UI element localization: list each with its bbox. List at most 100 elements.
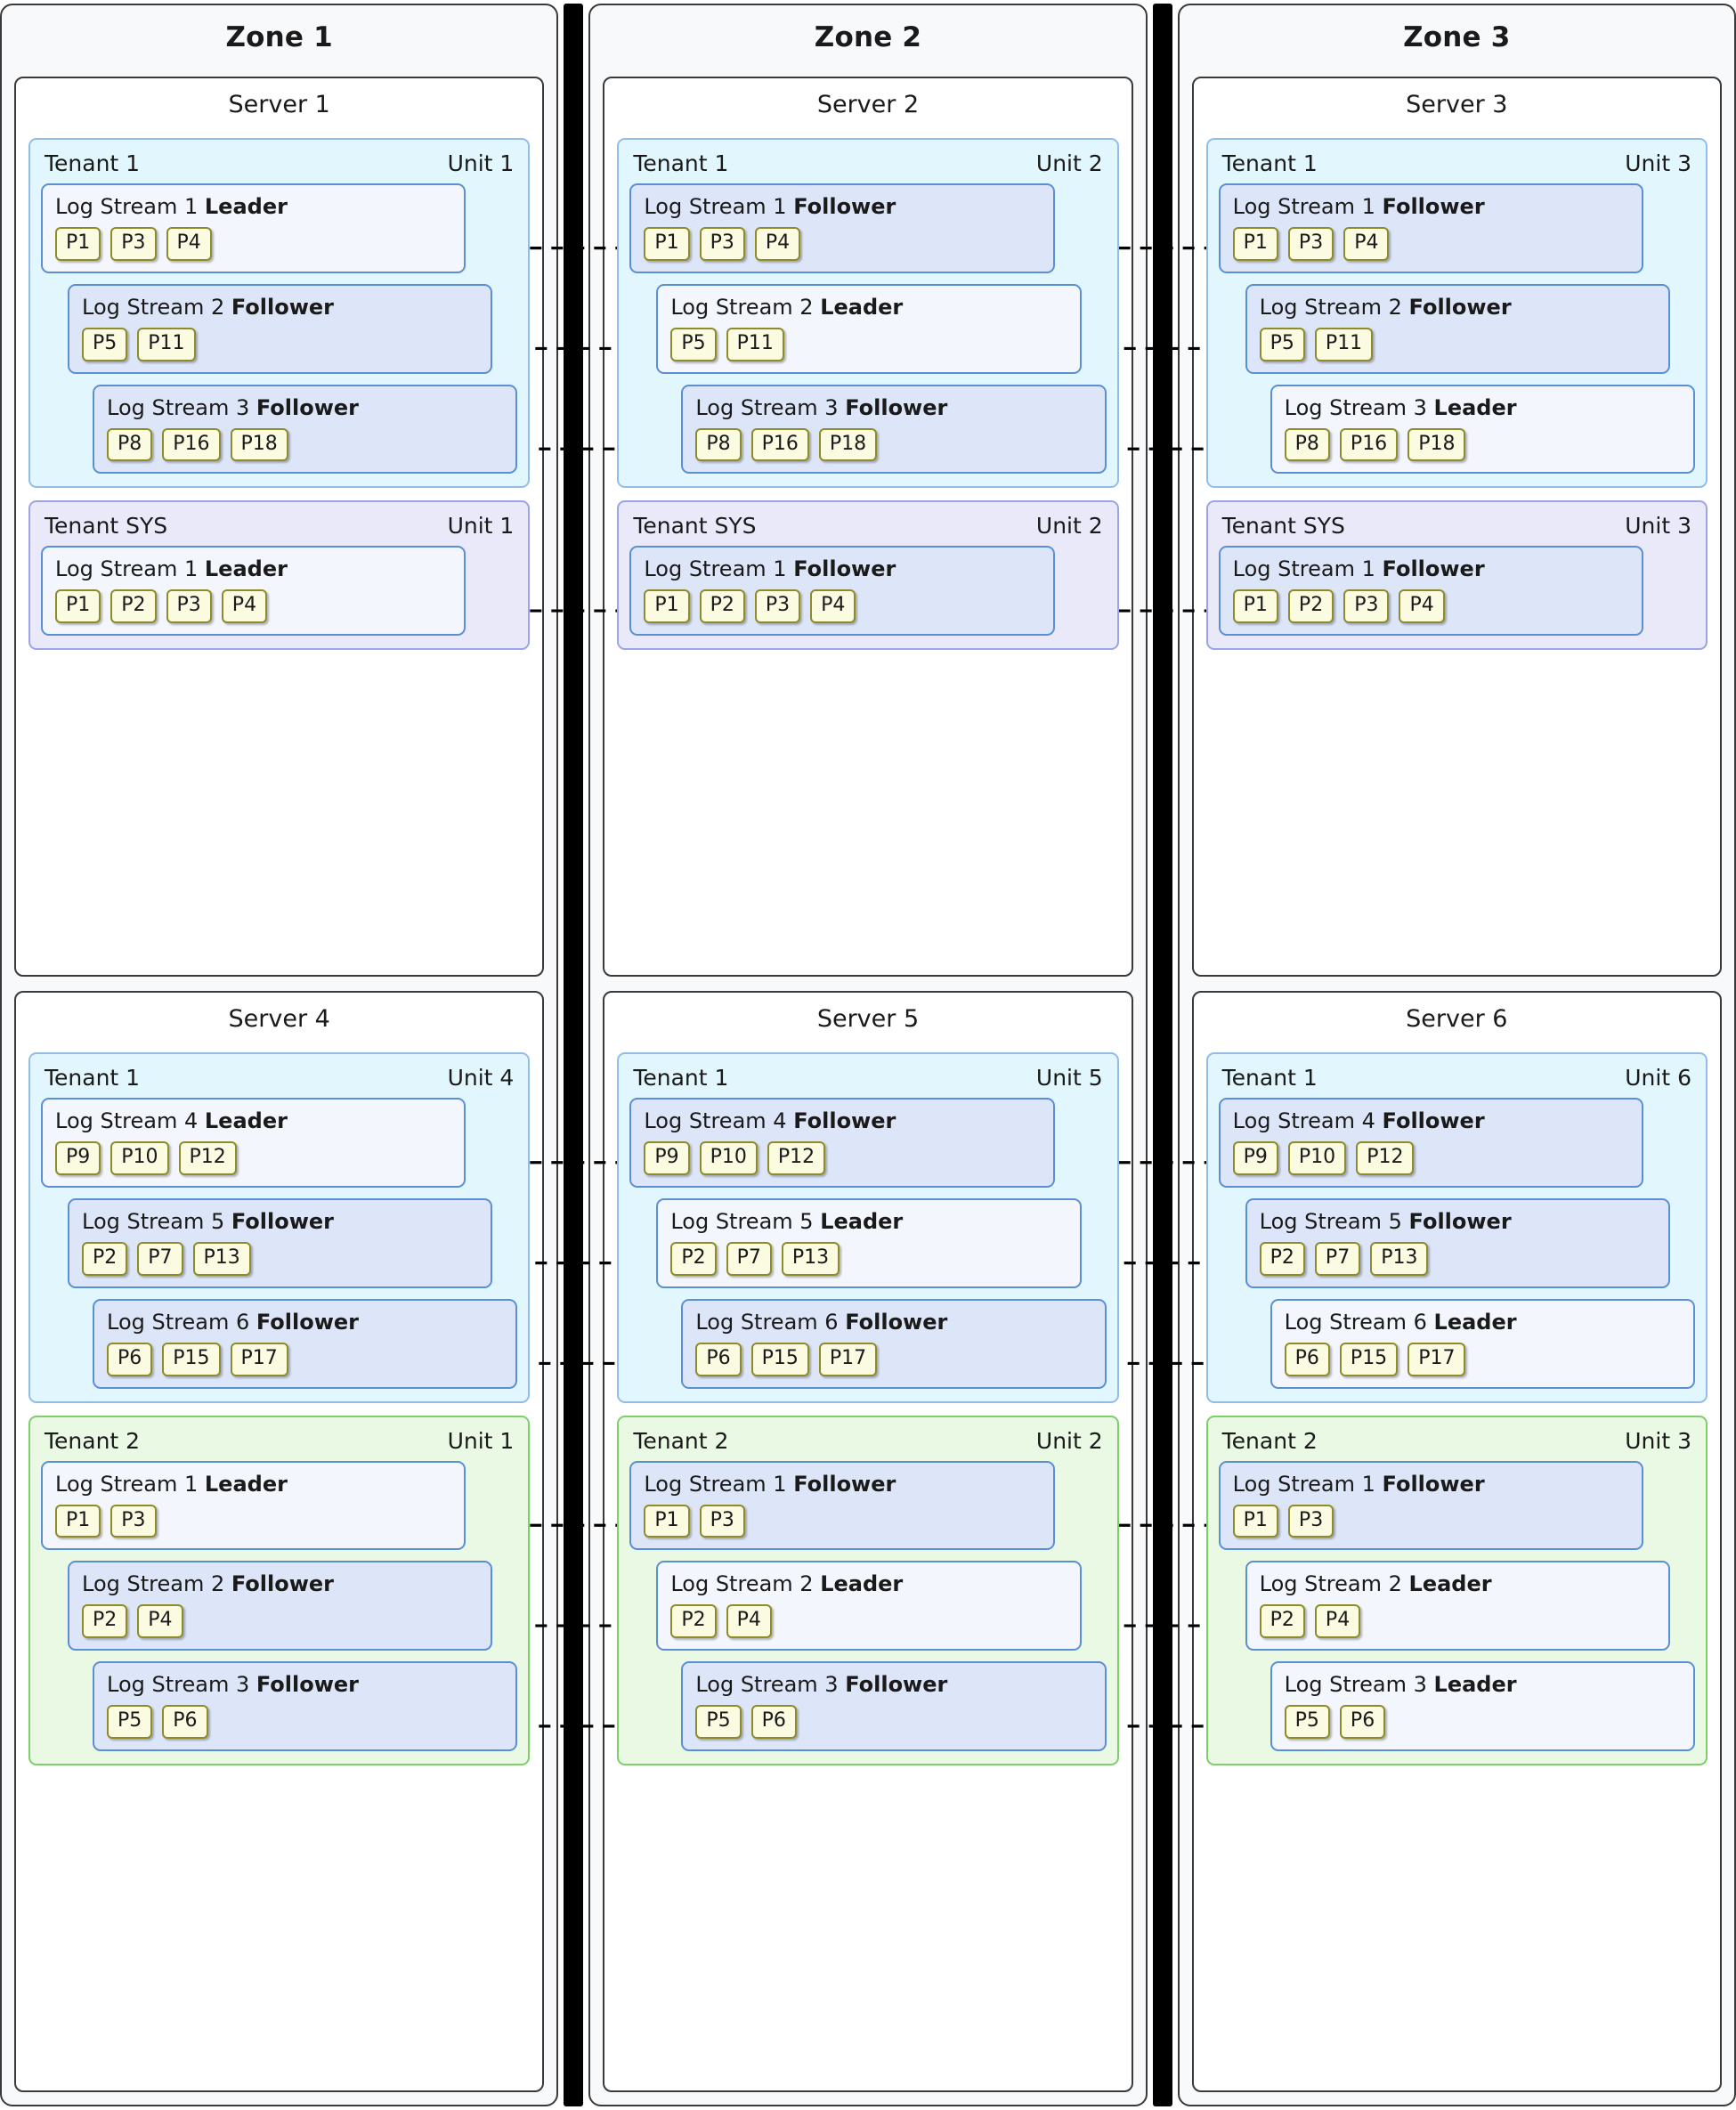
log-stream-role: Leader <box>820 1571 904 1597</box>
log-stream-name: Log Stream 1 <box>644 1471 787 1497</box>
log-stream-box: Log Stream 3 Follower P8 P16 P18 <box>681 384 1107 475</box>
partition-chip: P8 <box>695 427 742 462</box>
partition-list: P2 P7 P13 <box>670 1242 1067 1276</box>
log-stream-role: Follower <box>793 1108 896 1134</box>
log-stream-name: Log Stream 5 <box>82 1209 225 1234</box>
log-stream-title: Log Stream 5 Follower <box>1260 1209 1656 1242</box>
zone-title: Zone 1 <box>225 21 333 53</box>
partition-chip: P12 <box>178 1141 237 1175</box>
partition-chip: P18 <box>230 427 288 462</box>
partition-chip: P5 <box>82 327 128 361</box>
log-stream-role: Follower <box>845 1672 948 1698</box>
partition-chip: P7 <box>137 1242 183 1276</box>
partition-chip: P11 <box>1314 327 1374 361</box>
partition-chip: P5 <box>1284 1705 1330 1740</box>
log-stream-name: Log Stream 1 <box>55 194 199 219</box>
log-stream-name: Log Stream 1 <box>1232 556 1375 582</box>
server-server-3: Server 3 Tenant 1 Unit 3 Log Stream 1 Follo… <box>1191 77 1722 978</box>
partition-list: P1 P3 P4 <box>644 227 1040 261</box>
tenant-tenant-1-unit-2: Tenant 1 Unit 2 Log Stream 1 Follower P1 P3 P… <box>617 138 1119 489</box>
log-stream-title: Log Stream 1 Follower <box>644 556 1040 589</box>
log-stream-name: Log Stream 2 <box>670 294 814 320</box>
tenant-tenant-1-unit-5: Tenant 1 Unit 5 Log Stream 4 Follower P9 P10… <box>617 1052 1119 1403</box>
log-stream-box: Log Stream 1 Follower P1 P3 P4 <box>629 183 1055 273</box>
log-stream-list: Log Stream 1 Follower P1 P2 P3 P4 <box>1218 546 1695 637</box>
log-stream-title: Log Stream 1 Follower <box>1233 1472 1629 1505</box>
log-stream-box: Log Stream 5 Follower P2 P7 P13 <box>68 1198 493 1288</box>
tenant-tenant-sys-unit-2: Tenant SYS Unit 2 Log Stream 1 Follower P1 P… <box>617 500 1119 651</box>
partition-chip: P15 <box>1339 1342 1399 1376</box>
partition-chip: P4 <box>166 227 212 261</box>
partition-chip: P12 <box>1356 1141 1415 1175</box>
partition-chip: P17 <box>1407 1342 1466 1376</box>
tenant-header: Tenant 2 Unit 3 <box>1219 1426 1695 1461</box>
tenant-tenant-sys-unit-1: Tenant SYS Unit 1 Log Stream 1 Leader P1 P2 P… <box>28 500 531 651</box>
log-stream-box: Log Stream 1 Follower P1 P3 <box>629 1460 1055 1551</box>
zone-2: Zone 2 Server 2 Tenant 1 Unit 2 Log Stream 1… <box>588 4 1148 2106</box>
tenant-tenant-2-unit-3: Tenant 2 Unit 3 Log Stream 1 Follower P1 P3 L… <box>1205 1415 1708 1766</box>
log-stream-name: Log Stream 1 <box>644 194 787 219</box>
partition-chip: P9 <box>644 1141 690 1175</box>
partition-chip: P6 <box>695 1342 742 1376</box>
server-title: Server 1 <box>228 91 330 118</box>
tenant-name: Tenant 1 <box>633 150 729 176</box>
log-stream-list: Log Stream 4 Follower P9 P10 P12 Log Stream … <box>629 1098 1107 1389</box>
partition-chip: P3 <box>1287 227 1334 261</box>
partition-chip: P4 <box>810 589 856 624</box>
partition-chip: P2 <box>1259 1604 1305 1639</box>
partition-chip: P3 <box>1343 589 1390 624</box>
partition-list: P5 P6 <box>695 1705 1091 1740</box>
log-stream-box: Log Stream 4 Follower P9 P10 P12 <box>629 1098 1055 1188</box>
tenant-header: Tenant SYS Unit 3 <box>1219 511 1695 546</box>
log-stream-name: Log Stream 4 <box>1232 1108 1375 1134</box>
log-stream-name: Log Stream 1 <box>1232 1471 1375 1497</box>
tenant-tenant-1-unit-4: Tenant 1 Unit 4 Log Stream 4 Leader P9 P10 P1… <box>28 1052 531 1403</box>
log-stream-list: Log Stream 1 Leader P1 P3 P4 Log Stream 2 Fo… <box>41 183 518 475</box>
log-stream-title: Log Stream 5 Follower <box>82 1209 478 1242</box>
partition-list: P6 P15 P17 <box>1284 1342 1681 1376</box>
partition-chip: P3 <box>1287 1504 1334 1538</box>
partition-list: P9 P10 P12 <box>644 1141 1040 1175</box>
partition-list: P1 P2 P3 P4 <box>644 589 1040 624</box>
log-stream-name: Log Stream 1 <box>55 556 199 582</box>
tenant-unit-label: Unit 6 <box>1625 1065 1691 1092</box>
tenant-header: Tenant 2 Unit 1 <box>41 1426 517 1461</box>
log-stream-title: Log Stream 6 Follower <box>695 1310 1091 1343</box>
partition-chip: P3 <box>110 1504 157 1538</box>
zone-separator-bar <box>1152 4 1172 2106</box>
tenant-tenant-2-unit-1: Tenant 2 Unit 1 Log Stream 1 Leader P1 P3 Log… <box>28 1415 531 1766</box>
tenant-name: Tenant 1 <box>633 1065 729 1092</box>
log-stream-role: Follower <box>845 394 948 420</box>
log-stream-title: Log Stream 2 Leader <box>670 1571 1067 1604</box>
partition-list: P2 P4 <box>670 1604 1067 1639</box>
log-stream-name: Log Stream 5 <box>1259 1209 1402 1234</box>
partition-list: P5 P11 <box>670 327 1067 361</box>
partition-list: P1 P3 <box>644 1504 1040 1538</box>
partition-chip: P2 <box>670 1242 717 1276</box>
partition-chip: P10 <box>699 1141 758 1175</box>
log-stream-box: Log Stream 1 Follower P1 P3 P4 <box>1218 183 1643 273</box>
tenant-unit-label: Unit 3 <box>1625 150 1691 176</box>
log-stream-title: Log Stream 3 Follower <box>695 395 1091 428</box>
log-stream-box: Log Stream 3 Follower P5 P6 <box>681 1661 1107 1752</box>
partition-list: P1 P3 P4 <box>1232 227 1629 261</box>
tenant-tenant-1-unit-1: Tenant 1 Unit 1 Log Stream 1 Leader P1 P3 P4 L… <box>28 138 531 489</box>
log-stream-box: Log Stream 4 Leader P9 P10 P12 <box>41 1098 466 1188</box>
log-stream-box: Log Stream 3 Leader P8 P16 P18 <box>1270 384 1695 475</box>
server-server-5: Server 5 Tenant 1 Unit 5 Log Stream 4 Follo… <box>603 991 1133 2092</box>
log-stream-title: Log Stream 3 Follower <box>107 1672 503 1705</box>
tenant-unit-label: Unit 2 <box>1035 513 1103 540</box>
tenant-unit-label: Unit 1 <box>447 150 515 176</box>
partition-chip: P17 <box>818 1342 878 1376</box>
log-stream-role: Leader <box>1408 1571 1492 1597</box>
log-stream-role: Follower <box>256 394 360 420</box>
tenant-name: Tenant 2 <box>1221 1427 1318 1454</box>
log-stream-role: Leader <box>204 556 288 582</box>
tenant-header: Tenant 1 Unit 5 <box>629 1063 1106 1098</box>
log-stream-box: Log Stream 2 Follower P5 P11 <box>68 283 493 374</box>
log-stream-title: Log Stream 2 Leader <box>1260 1571 1656 1604</box>
log-stream-title: Log Stream 1 Follower <box>644 194 1040 227</box>
log-stream-box: Log Stream 2 Follower P5 P11 <box>1245 283 1670 374</box>
log-stream-box: Log Stream 3 Follower P8 P16 P18 <box>93 384 518 475</box>
log-stream-name: Log Stream 3 <box>107 1672 250 1698</box>
